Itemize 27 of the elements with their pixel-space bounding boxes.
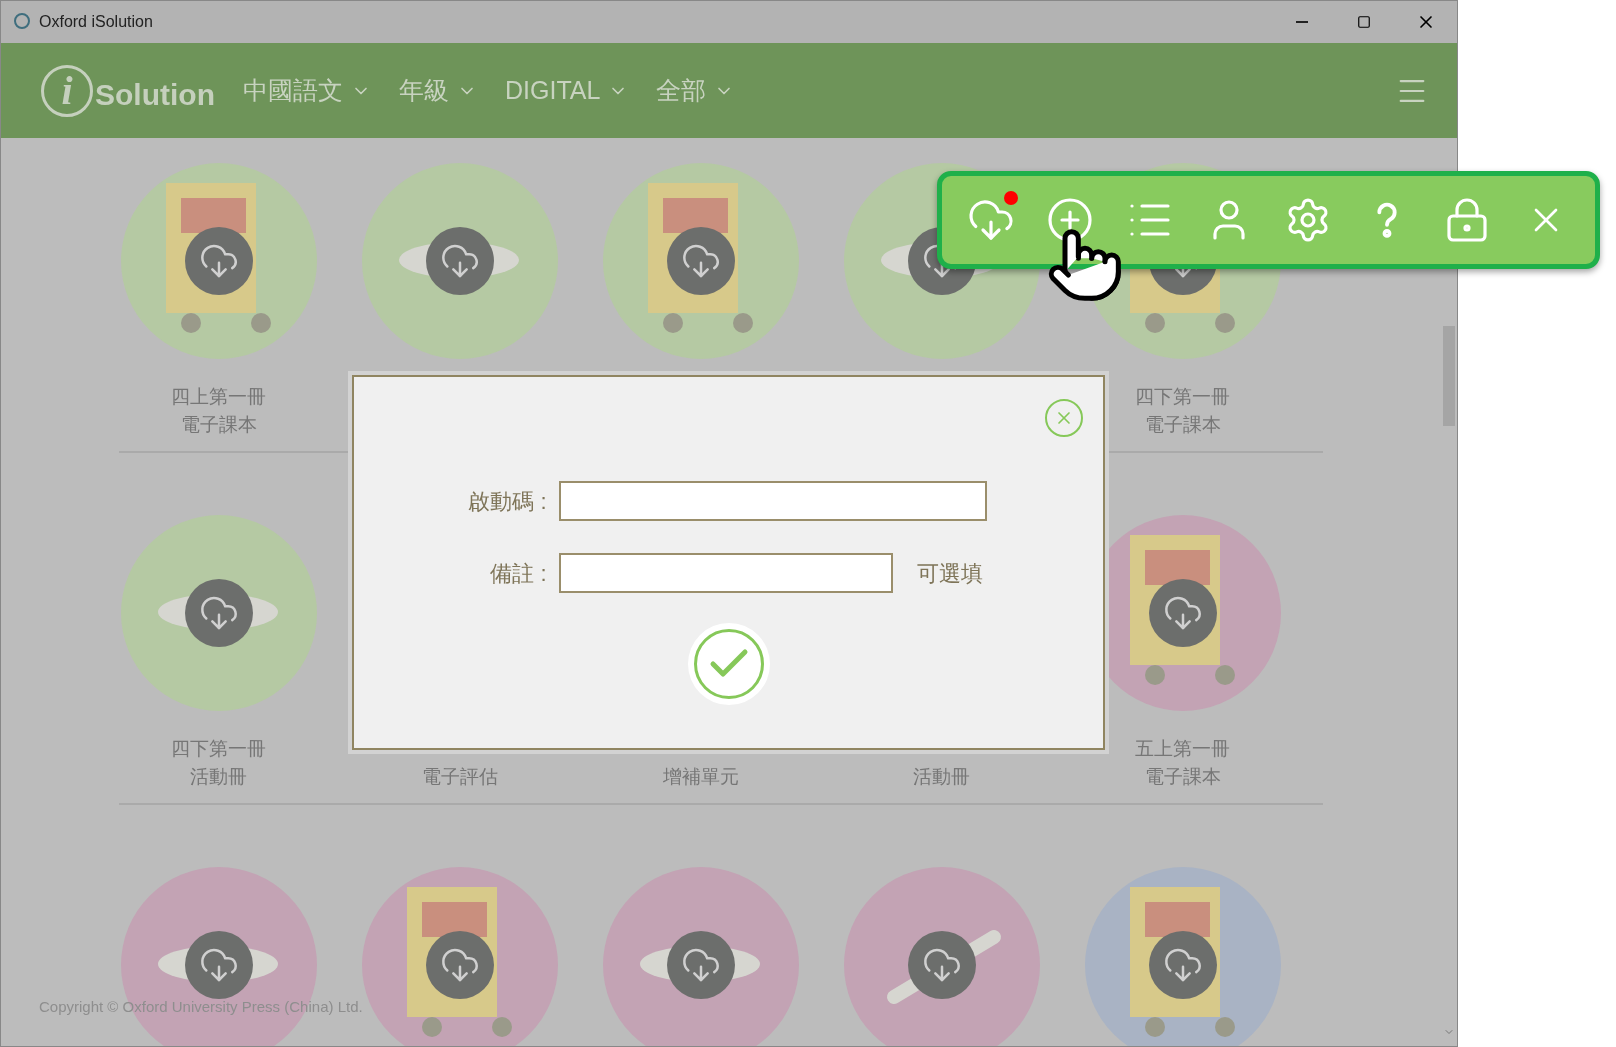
input-field[interactable]: [558, 553, 893, 593]
optional-hint: 可選填: [916, 559, 983, 588]
product-label: 四上第一冊: [171, 385, 266, 409]
maximize-icon: [1357, 15, 1371, 29]
app-logo-icon: [13, 12, 31, 32]
product-label: 五上第一冊: [1135, 737, 1230, 761]
field-label: 啟動碼 :: [467, 487, 548, 516]
product-label: 電子課本: [1144, 413, 1221, 437]
product-label: 活動冊: [913, 765, 970, 789]
product-label: 活動冊: [190, 765, 247, 789]
window-title: Oxford iSolution: [39, 12, 153, 32]
product-label: 四下第一冊: [171, 737, 266, 761]
minimize-icon: [1296, 21, 1308, 23]
input-field[interactable]: [558, 481, 987, 521]
product-label: 四下第一冊: [1135, 385, 1230, 409]
filter-dropdown[interactable]: 全部: [656, 71, 735, 110]
product-label: 電子評估: [421, 765, 498, 789]
close-dialog-button[interactable]: [1045, 399, 1083, 437]
field-label: 備註 :: [489, 559, 548, 588]
filter-dropdown[interactable]: 中國語文: [243, 71, 371, 110]
product-label: 增補單元: [662, 765, 739, 789]
filter-dropdown[interactable]: DIGITAL: [505, 71, 629, 110]
filter-dropdown[interactable]: 年級: [399, 71, 477, 110]
product-label: 電子課本: [1144, 765, 1221, 789]
logo-mark: i: [41, 64, 93, 117]
product-label: 電子課本: [180, 413, 257, 437]
logo-text: Solution: [95, 76, 215, 113]
